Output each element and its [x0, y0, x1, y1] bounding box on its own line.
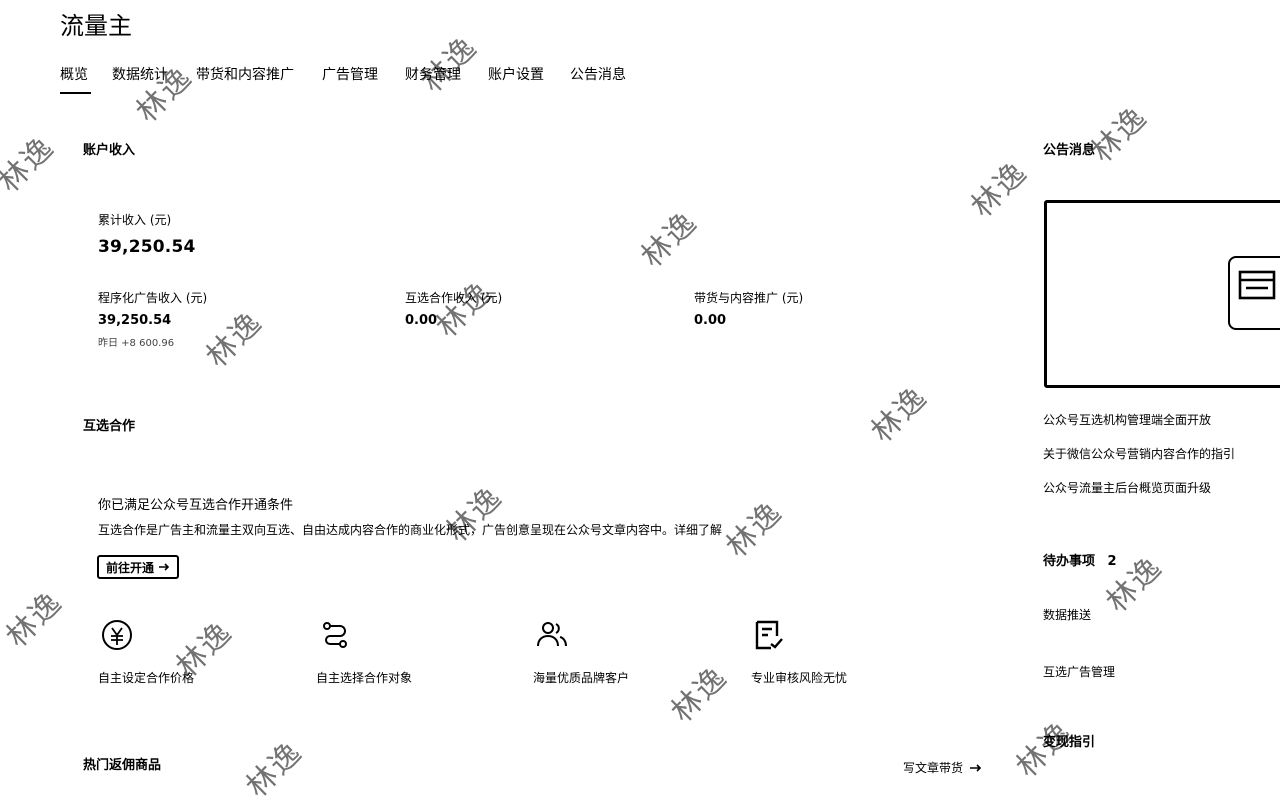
calendar-icon — [1228, 256, 1280, 330]
total-income-label: 累计收入 (元) — [98, 213, 172, 227]
write-article-label: 写文章带货 — [903, 761, 964, 775]
coop-description: 互选合作是广告主和流量主双向互选、自由达成内容合作的商业化形式，广告创意呈现在公… — [98, 523, 723, 537]
mutual-coop-income-label: 互选合作收入 (元) — [405, 291, 503, 305]
arrow-right-icon — [159, 563, 170, 571]
goods-promo-income-value: 0.00 — [694, 313, 727, 328]
tab-goods-promotion[interactable]: 带货和内容推广 — [196, 65, 294, 85]
todo-count-badge: 2 — [1107, 554, 1117, 569]
income-section-title: 账户收入 — [83, 143, 136, 158]
watermark: 林逸 — [0, 584, 70, 655]
open-coop-button-label: 前往开通 — [105, 560, 154, 575]
watermark: 林逸 — [199, 304, 270, 375]
mutual-coop-income-value: 0.00 — [405, 313, 438, 328]
todo-item-data-push[interactable]: 数据推送 — [1043, 607, 1091, 623]
watermark: 林逸 — [719, 494, 790, 565]
watermark: 林逸 — [0, 129, 62, 200]
active-tab-indicator — [60, 92, 91, 94]
watermark: 林逸 — [664, 659, 735, 730]
monetization-guide-title: 变现指引 — [1043, 735, 1096, 750]
coop-section-title: 互选合作 — [83, 419, 136, 434]
coop-heading: 你已满足公众号互选合作开通条件 — [98, 498, 294, 513]
watermark: 林逸 — [439, 479, 510, 550]
todo-item-ad-management[interactable]: 互选广告管理 — [1043, 664, 1115, 680]
feature-label-brands: 海量优质品牌客户 — [533, 671, 630, 685]
announcement-link-3[interactable]: 公众号流量主后台概览页面升级 — [1043, 480, 1211, 496]
open-coop-button[interactable]: 前往开通 — [97, 555, 179, 579]
feature-label-partner: 自主选择合作对象 — [316, 671, 413, 685]
tab-overview[interactable]: 概览 — [60, 65, 88, 85]
programmatic-ad-income-label: 程序化广告收入 (元) — [98, 291, 208, 305]
document-check-icon — [752, 618, 786, 656]
write-article-link[interactable]: 写文章带货 — [903, 760, 982, 776]
users-icon — [535, 618, 569, 656]
watermark: 林逸 — [429, 274, 500, 345]
programmatic-ad-yesterday: 昨日 +8 600.96 — [98, 338, 175, 349]
announcement-link-2[interactable]: 关于微信公众号营销内容合作的指引 — [1043, 446, 1235, 462]
total-income-value: 39,250.54 — [98, 237, 196, 257]
tab-data-stats[interactable]: 数据统计 — [112, 65, 168, 85]
goods-promo-income-label: 带货与内容推广 (元) — [694, 291, 804, 305]
app-title: 流量主 — [60, 12, 132, 40]
arrow-right-icon — [970, 764, 982, 772]
watermark: 林逸 — [864, 379, 935, 450]
watermark: 林逸 — [414, 29, 485, 100]
todo-title: 待办事项 — [1043, 554, 1096, 569]
watermark: 林逸 — [239, 734, 310, 805]
watermark: 林逸 — [634, 204, 705, 275]
programmatic-ad-income-value: 39,250.54 — [98, 313, 172, 328]
tab-ad-management[interactable]: 广告管理 — [322, 65, 378, 85]
tab-account-settings[interactable]: 账户设置 — [488, 65, 544, 85]
route-icon — [318, 618, 352, 656]
watermark: 林逸 — [964, 154, 1035, 225]
todo-title-row: 待办事项 2 — [1043, 553, 1117, 571]
announcement-link-1[interactable]: 公众号互选机构管理端全面开放 — [1043, 412, 1211, 428]
tab-finance[interactable]: 财务管理 — [405, 65, 461, 85]
feature-label-price: 自主设定合作价格 — [98, 671, 195, 685]
sidebar-announce-title: 公告消息 — [1043, 143, 1096, 158]
feature-label-review: 专业审核风险无忧 — [751, 671, 848, 685]
announcement-banner[interactable] — [1044, 200, 1280, 388]
tab-announcements[interactable]: 公告消息 — [570, 65, 626, 85]
hot-products-title: 热门返佣商品 — [83, 758, 162, 773]
yuan-icon — [100, 618, 134, 656]
